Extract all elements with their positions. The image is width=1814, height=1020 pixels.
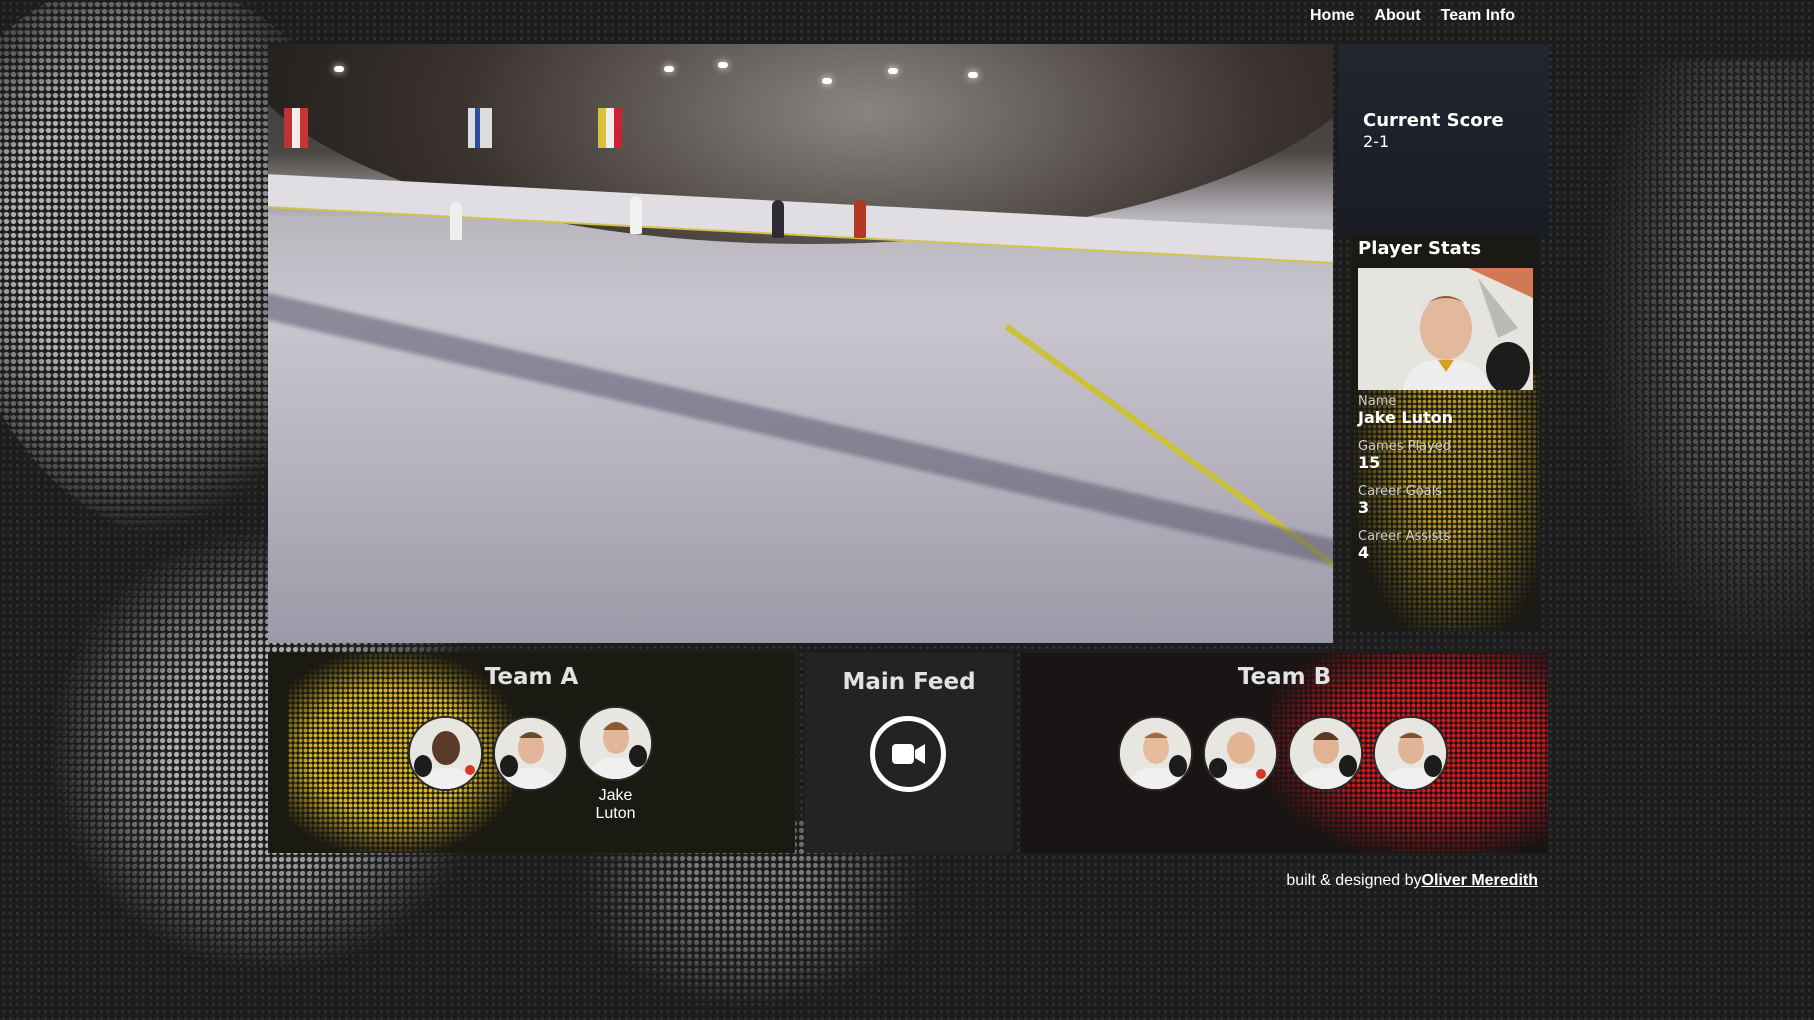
skater [630,196,642,234]
nav-team-info[interactable]: Team Info [1441,7,1515,25]
background-halftone-player [1580,60,1814,680]
main-feed-title: Main Feed [842,669,976,695]
team-b-player-2[interactable] [1203,716,1278,791]
team-b-card: Team B [1021,653,1548,853]
player-avatar[interactable] [1373,716,1448,791]
video-camera-icon [875,744,941,790]
arena-light [334,66,344,72]
player-stats-panel: Player Stats Name Jake Luton Games Playe… [1352,234,1539,631]
team-b-player-1[interactable] [1118,716,1193,791]
stat-games-played: Games Played 15 [1358,439,1451,472]
current-score-panel: Current Score 2-1 [1338,44,1549,236]
top-nav: Home About Team Info [1310,7,1515,25]
team-a-player-2[interactable] [493,716,568,823]
hanging-flag [598,108,622,148]
skater [772,200,784,238]
player-name-label: Jake Luton [595,787,636,822]
arena-light [822,78,832,84]
team-a-player-1[interactable] [408,716,483,823]
arena-light [718,62,728,68]
player-avatar[interactable] [1203,716,1278,791]
player-avatar[interactable] [408,716,483,791]
skater [854,200,866,238]
main-feed-card: Main Feed [805,653,1013,853]
arena-light [888,68,898,74]
author-link[interactable]: Oliver Meredith [1422,872,1538,889]
team-b-roster [1118,716,1448,791]
team-a-card: Team A Jake Luton [268,653,795,853]
game-video-player[interactable] [268,44,1333,643]
stat-label: Name [1358,394,1397,409]
hanging-flag [468,108,492,148]
team-a-player-3[interactable]: Jake Luton [578,706,653,823]
arena-light [968,72,978,78]
stat-label: Career Assists [1358,529,1451,544]
player-avatar[interactable] [493,716,568,791]
stat-label: Games Played [1358,439,1451,454]
player-photo [1358,268,1533,390]
stat-value: 4 [1358,543,1370,562]
score-value: 2-1 [1363,132,1390,151]
player-avatar[interactable] [578,706,653,781]
team-a-roster: Jake Luton [408,706,653,823]
stat-value: Jake Luton [1358,408,1453,427]
ice-line [268,283,1333,591]
stat-value: 3 [1358,498,1370,517]
main-feed-button[interactable] [870,716,946,792]
stat-career-goals: Career Goals 3 [1358,484,1442,517]
arena-light [664,66,674,72]
nav-about[interactable]: About [1374,7,1420,25]
footer: built & designed byOliver Meredith [1286,872,1538,890]
team-b-player-3[interactable] [1288,716,1363,791]
team-b-title: Team B [1237,664,1332,690]
team-a-title: Team A [484,664,579,690]
stat-name: Name Jake Luton [1358,394,1453,427]
nav-home[interactable]: Home [1310,7,1354,25]
hanging-flag [284,108,308,148]
team-b-player-4[interactable] [1373,716,1448,791]
footer-credit-text: built & designed by [1286,872,1422,889]
skater [450,202,462,240]
player-avatar[interactable] [1288,716,1363,791]
stat-career-assists: Career Assists 4 [1358,529,1450,562]
stat-label: Career Goals [1358,484,1442,499]
stat-value: 15 [1358,453,1381,472]
score-title: Current Score [1363,110,1504,131]
player-stats-title: Player Stats [1358,238,1482,259]
player-avatar[interactable] [1118,716,1193,791]
